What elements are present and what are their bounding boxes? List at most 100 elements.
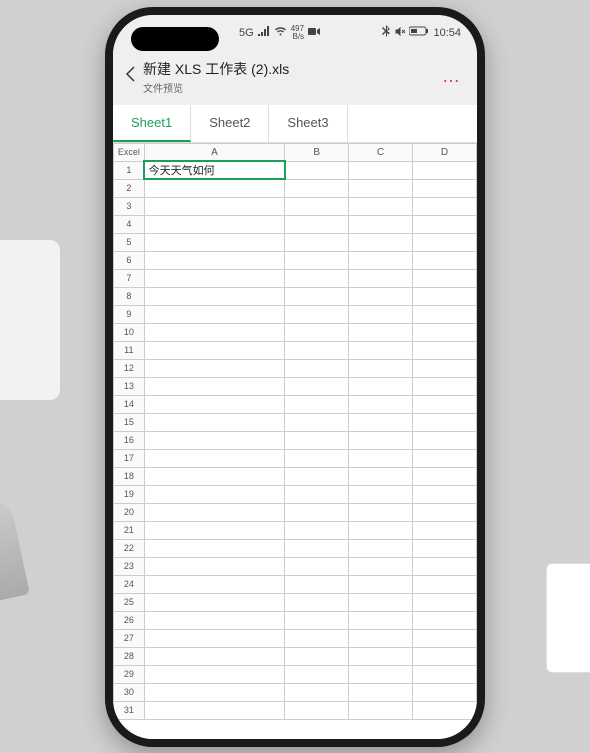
cell-b8[interactable] (285, 287, 349, 305)
tab-sheet3[interactable]: Sheet3 (269, 105, 347, 142)
cell-b6[interactable] (285, 251, 349, 269)
cell-b16[interactable] (285, 431, 349, 449)
cell-d28[interactable] (413, 647, 477, 665)
cell-d22[interactable] (413, 539, 477, 557)
cell-a7[interactable] (144, 269, 285, 287)
row-header[interactable]: 5 (114, 233, 145, 251)
row-header[interactable]: 19 (114, 485, 145, 503)
cell-b28[interactable] (285, 647, 349, 665)
cell-a21[interactable] (144, 521, 285, 539)
cell-c8[interactable] (349, 287, 413, 305)
cell-d31[interactable] (413, 701, 477, 719)
cell-d7[interactable] (413, 269, 477, 287)
cell-d2[interactable] (413, 179, 477, 197)
spreadsheet-grid[interactable]: Excel A B C D 1今天天气如何2345678910111213141… (113, 143, 477, 739)
row-header[interactable]: 13 (114, 377, 145, 395)
cell-a13[interactable] (144, 377, 285, 395)
cell-d21[interactable] (413, 521, 477, 539)
cell-c7[interactable] (349, 269, 413, 287)
cell-b5[interactable] (285, 233, 349, 251)
cell-c13[interactable] (349, 377, 413, 395)
cell-d1[interactable] (413, 161, 477, 179)
row-header[interactable]: 26 (114, 611, 145, 629)
row-header[interactable]: 3 (114, 197, 145, 215)
cell-b23[interactable] (285, 557, 349, 575)
col-header-a[interactable]: A (144, 143, 285, 161)
cell-d26[interactable] (413, 611, 477, 629)
cell-c2[interactable] (349, 179, 413, 197)
cell-c30[interactable] (349, 683, 413, 701)
cell-c12[interactable] (349, 359, 413, 377)
cell-d14[interactable] (413, 395, 477, 413)
cell-d4[interactable] (413, 215, 477, 233)
row-header[interactable]: 27 (114, 629, 145, 647)
cell-a23[interactable] (144, 557, 285, 575)
row-header[interactable]: 25 (114, 593, 145, 611)
row-header[interactable]: 8 (114, 287, 145, 305)
cell-b29[interactable] (285, 665, 349, 683)
cell-c14[interactable] (349, 395, 413, 413)
row-header[interactable]: 1 (114, 161, 145, 179)
cell-c6[interactable] (349, 251, 413, 269)
col-header-d[interactable]: D (413, 143, 477, 161)
cell-b19[interactable] (285, 485, 349, 503)
cell-b13[interactable] (285, 377, 349, 395)
row-header[interactable]: 12 (114, 359, 145, 377)
cell-b25[interactable] (285, 593, 349, 611)
cell-a25[interactable] (144, 593, 285, 611)
cell-d25[interactable] (413, 593, 477, 611)
cell-b22[interactable] (285, 539, 349, 557)
row-header[interactable]: 2 (114, 179, 145, 197)
cell-c15[interactable] (349, 413, 413, 431)
cell-b11[interactable] (285, 341, 349, 359)
cell-a18[interactable] (144, 467, 285, 485)
cell-b12[interactable] (285, 359, 349, 377)
cell-a1[interactable]: 今天天气如何 (144, 161, 285, 179)
cell-d15[interactable] (413, 413, 477, 431)
cell-a15[interactable] (144, 413, 285, 431)
cell-c5[interactable] (349, 233, 413, 251)
row-header[interactable]: 18 (114, 467, 145, 485)
cell-b27[interactable] (285, 629, 349, 647)
cell-d9[interactable] (413, 305, 477, 323)
row-header[interactable]: 16 (114, 431, 145, 449)
cell-a29[interactable] (144, 665, 285, 683)
cell-b14[interactable] (285, 395, 349, 413)
cell-c21[interactable] (349, 521, 413, 539)
cell-c3[interactable] (349, 197, 413, 215)
cell-b4[interactable] (285, 215, 349, 233)
cell-c16[interactable] (349, 431, 413, 449)
cell-c11[interactable] (349, 341, 413, 359)
cell-d3[interactable] (413, 197, 477, 215)
cell-a8[interactable] (144, 287, 285, 305)
cell-c25[interactable] (349, 593, 413, 611)
cell-d17[interactable] (413, 449, 477, 467)
cell-b30[interactable] (285, 683, 349, 701)
cell-d16[interactable] (413, 431, 477, 449)
back-button[interactable] (125, 66, 135, 87)
cell-b2[interactable] (285, 179, 349, 197)
row-header[interactable]: 22 (114, 539, 145, 557)
select-all-corner[interactable]: Excel (114, 143, 145, 161)
cell-b18[interactable] (285, 467, 349, 485)
cell-a12[interactable] (144, 359, 285, 377)
row-header[interactable]: 11 (114, 341, 145, 359)
cell-b7[interactable] (285, 269, 349, 287)
col-header-b[interactable]: B (285, 143, 349, 161)
row-header[interactable]: 17 (114, 449, 145, 467)
cell-d8[interactable] (413, 287, 477, 305)
cell-d24[interactable] (413, 575, 477, 593)
cell-b26[interactable] (285, 611, 349, 629)
cell-c4[interactable] (349, 215, 413, 233)
cell-a24[interactable] (144, 575, 285, 593)
cell-d23[interactable] (413, 557, 477, 575)
row-header[interactable]: 20 (114, 503, 145, 521)
cell-a2[interactable] (144, 179, 285, 197)
cell-a14[interactable] (144, 395, 285, 413)
row-header[interactable]: 6 (114, 251, 145, 269)
tab-sheet2[interactable]: Sheet2 (191, 105, 269, 142)
cell-d11[interactable] (413, 341, 477, 359)
cell-a4[interactable] (144, 215, 285, 233)
row-header[interactable]: 4 (114, 215, 145, 233)
cell-d6[interactable] (413, 251, 477, 269)
